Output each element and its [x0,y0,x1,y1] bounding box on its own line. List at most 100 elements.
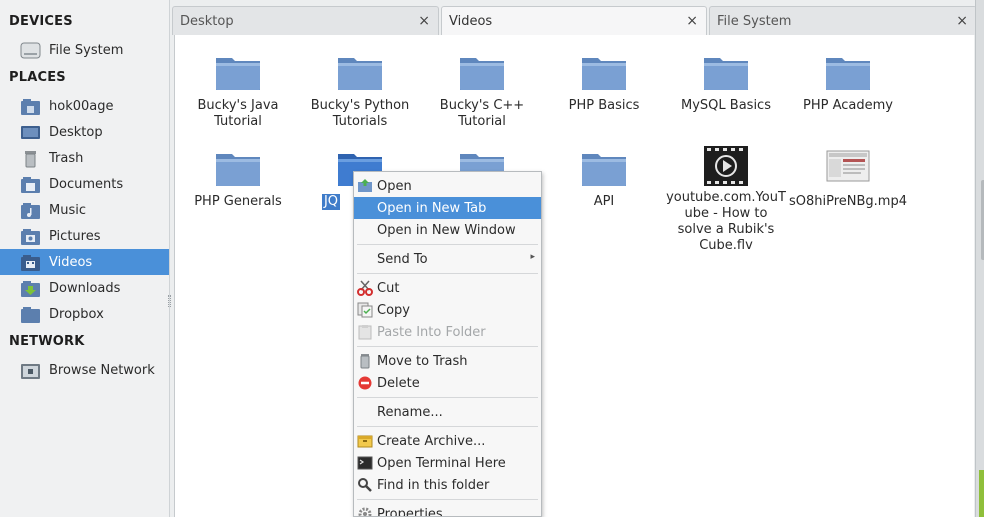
menu-item-properties[interactable]: Properties... [354,503,541,517]
video-thumbnail-icon [824,148,872,188]
menu-item-label: Copy [377,302,410,318]
sidebar-item-documents[interactable]: Documents [0,171,169,197]
menu-separator [357,499,538,500]
sidebar-item-label: File System [49,42,124,58]
menu-separator [357,426,538,427]
folder-item[interactable]: PHP Basics [542,52,666,114]
folder-icon [702,52,750,92]
menu-item-delete[interactable]: Delete [354,372,541,394]
folder-icon [580,148,628,188]
menu-item-label: Delete [377,375,420,391]
tab-file-system[interactable]: File System × [709,6,977,35]
menu-item-rename[interactable]: Rename... [354,401,541,423]
sidebar-item-pictures[interactable]: Pictures [0,223,169,249]
trash-icon [357,353,373,369]
network-icon [20,361,41,380]
folder-icon [336,52,384,92]
submenu-arrow-icon: ▸ [530,252,535,262]
open-icon [357,178,373,194]
sidebar-item-label: Dropbox [49,306,104,322]
menu-separator [357,273,538,274]
menu-item-label: Create Archive... [377,433,486,449]
tab-desktop[interactable]: Desktop × [172,6,439,35]
folder-item[interactable]: MySQL Basics [664,52,788,114]
menu-item-label: Move to Trash [377,353,468,369]
sidebar-item-label: Trash [49,150,84,166]
menu-item-label: Paste Into Folder [377,324,486,340]
menu-item-label: Send To [377,251,428,267]
dropbox-folder-icon [20,305,41,324]
folder-item[interactable]: PHP Generals [176,148,300,210]
sidebar-item-trash[interactable]: Trash [0,145,169,171]
sidebar-item-downloads[interactable]: Downloads [0,275,169,301]
file-name: API [593,194,615,209]
menu-item-copy[interactable]: Copy [354,299,541,321]
menu-item-open-terminal-here[interactable]: Open Terminal Here [354,452,541,474]
window-edge [975,0,984,517]
sidebar-item-label: Desktop [49,124,103,140]
menu-item-label: Open in New Tab [377,200,487,216]
tab-videos[interactable]: Videos × [441,6,707,35]
drive-icon [20,41,41,60]
context-menu: Open Open in New Tab Open in New Window … [353,171,542,517]
sidebar-item-dropbox[interactable]: Dropbox [0,301,169,327]
menu-item-send-to[interactable]: Send To ▸ [354,248,541,270]
file-name: Bucky's Java Tutorial [197,98,279,129]
menu-item-create-archive[interactable]: Create Archive... [354,430,541,452]
sidebar: DEVICES File System PLACES hok00age Desk… [0,0,170,517]
menu-item-open-in-new-tab[interactable]: Open in New Tab [354,197,541,219]
archive-icon [357,433,373,449]
folder-item[interactable]: Bucky's Java Tutorial [176,52,300,130]
folder-item[interactable]: Bucky's Python Tutorials [298,52,422,130]
close-icon[interactable]: × [686,13,698,29]
sidebar-item-music[interactable]: Music [0,197,169,223]
file-name: PHP Basics [568,98,640,113]
folder-icon [824,52,872,92]
sidebar-item-label: Browse Network [49,362,155,378]
sidebar-item-videos[interactable]: Videos [0,249,169,275]
sidebar-item-label: Pictures [49,228,101,244]
menu-separator [357,244,538,245]
desktop-icon [20,123,41,142]
sidebar-item-home[interactable]: hok00age [0,93,169,119]
folder-icon [214,148,262,188]
menu-item-label: Cut [377,280,400,296]
file-name: youtube.com.YouT ube - How to solve a Ru… [666,190,786,253]
file-name: JQ [321,194,341,210]
video-file-item[interactable]: sO8hiPreNBg.mp4 [786,148,910,210]
close-icon[interactable]: × [956,13,968,29]
sidebar-item-browse-network[interactable]: Browse Network [0,357,169,383]
sidebar-item-label: Videos [49,254,93,270]
menu-item-open-in-new-window[interactable]: Open in New Window [354,219,541,241]
folder-item[interactable]: PHP Academy [786,52,910,114]
sidebar-item-label: hok00age [49,98,114,114]
tab-label: Desktop [180,13,234,29]
menu-item-find-in-this-folder[interactable]: Find in this folder [354,474,541,496]
sidebar-resize-handle[interactable] [168,295,171,307]
menu-item-label: Find in this folder [377,477,490,493]
close-icon[interactable]: × [418,13,430,29]
network-section-header: NETWORK [9,334,85,349]
delete-icon [357,375,373,391]
folder-item[interactable]: Bucky's C++ Tutorial [420,52,544,130]
trash-icon [20,149,41,168]
sidebar-item-file-system[interactable]: File System [0,37,169,63]
video-file-item[interactable]: youtube.com.YouT ube - How to solve a Ru… [664,144,788,254]
menu-item-label: Rename... [377,404,443,420]
file-name: PHP Generals [194,194,282,209]
menu-item-move-to-trash[interactable]: Move to Trash [354,350,541,372]
menu-item-cut[interactable]: Cut [354,277,541,299]
folder-icon [458,52,506,92]
folder-icon [214,52,262,92]
folder-item[interactable]: API [542,148,666,210]
file-name: MySQL Basics [681,98,771,113]
music-folder-icon [20,201,41,220]
devices-section-header: DEVICES [9,14,73,29]
properties-icon [357,506,373,516]
menu-item-label: Open in New Window [377,222,516,238]
file-name: Bucky's C++ Tutorial [439,98,525,129]
menu-item-open[interactable]: Open [354,175,541,197]
sidebar-item-desktop[interactable]: Desktop [0,119,169,145]
menu-item-label: Properties... [377,506,456,517]
terminal-icon [357,455,373,471]
